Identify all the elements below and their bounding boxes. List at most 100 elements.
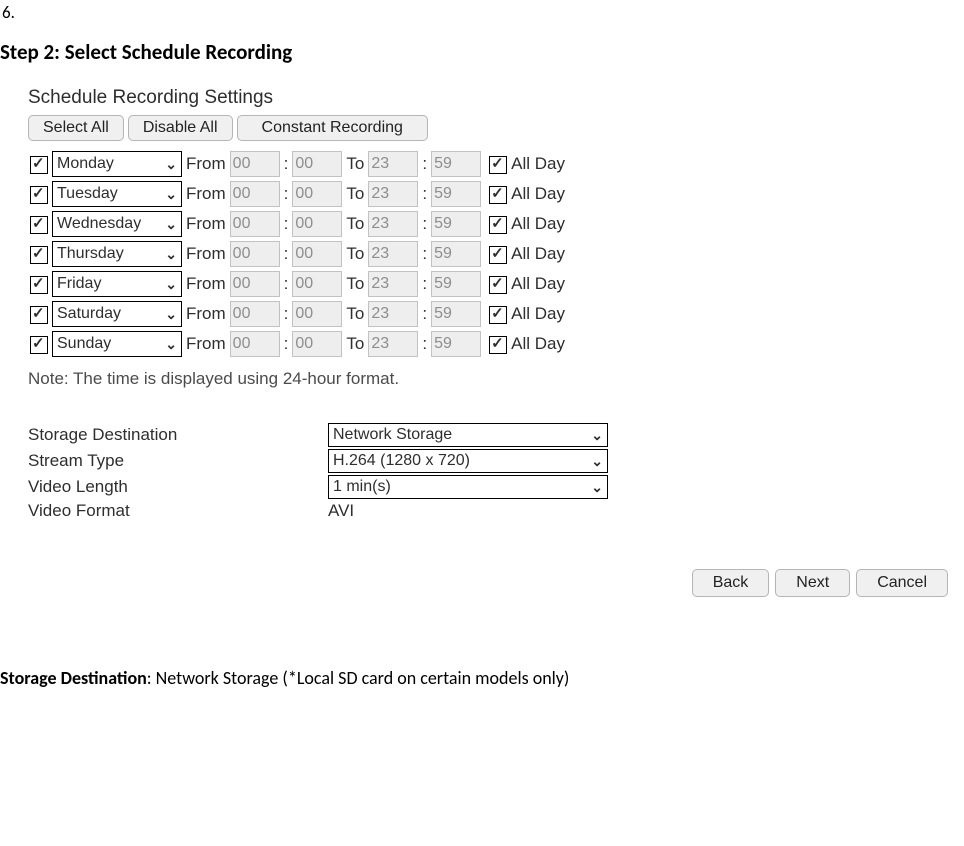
colon-label: : bbox=[282, 211, 291, 237]
from-hour-input[interactable] bbox=[230, 241, 280, 267]
day-select[interactable]: Wednesday⌄ bbox=[52, 211, 182, 237]
to-hour-input[interactable] bbox=[368, 331, 418, 357]
step-title: Step 2: Select Schedule Recording bbox=[0, 33, 964, 87]
chevron-down-icon: ⌄ bbox=[591, 427, 603, 444]
from-hour-input[interactable] bbox=[230, 301, 280, 327]
day-select[interactable]: Saturday⌄ bbox=[52, 301, 182, 327]
from-hour-input[interactable] bbox=[230, 331, 280, 357]
colon-label: : bbox=[420, 211, 429, 237]
all-day-checkbox[interactable] bbox=[489, 336, 507, 354]
from-label: From bbox=[184, 331, 228, 357]
from-minute-input[interactable] bbox=[292, 271, 342, 297]
colon-label: : bbox=[420, 151, 429, 177]
video-length-row: Video Length 1 min(s) ⌄ bbox=[28, 475, 928, 499]
colon-label: : bbox=[420, 301, 429, 327]
from-hour-input[interactable] bbox=[230, 151, 280, 177]
storage-destination-select[interactable]: Network Storage ⌄ bbox=[328, 423, 608, 447]
to-hour-input[interactable] bbox=[368, 271, 418, 297]
from-label: From bbox=[184, 181, 228, 207]
to-minute-input[interactable] bbox=[431, 301, 481, 327]
stream-type-label: Stream Type bbox=[28, 451, 328, 471]
chevron-down-icon: ⌄ bbox=[165, 186, 177, 203]
chevron-down-icon: ⌄ bbox=[165, 216, 177, 233]
video-format-row: Video Format AVI bbox=[28, 501, 928, 521]
to-label: To bbox=[344, 151, 366, 177]
to-minute-input[interactable] bbox=[431, 241, 481, 267]
all-day-label: All Day bbox=[511, 154, 565, 173]
day-select[interactable]: Friday⌄ bbox=[52, 271, 182, 297]
from-label: From bbox=[184, 271, 228, 297]
top-button-bar: Select All Disable All Constant Recordin… bbox=[28, 115, 928, 141]
enable-day-checkbox[interactable] bbox=[30, 156, 48, 174]
from-minute-input[interactable] bbox=[292, 151, 342, 177]
to-hour-input[interactable] bbox=[368, 181, 418, 207]
storage-destination-label: Storage Destination bbox=[28, 425, 328, 445]
enable-day-checkbox[interactable] bbox=[30, 186, 48, 204]
day-label: Monday bbox=[57, 155, 114, 173]
to-hour-input[interactable] bbox=[368, 301, 418, 327]
enable-day-checkbox[interactable] bbox=[30, 306, 48, 324]
day-select[interactable]: Monday ⌄ bbox=[52, 151, 182, 177]
day-select[interactable]: Thursday ⌄ bbox=[52, 241, 182, 267]
all-day-checkbox[interactable] bbox=[489, 156, 507, 174]
enable-day-checkbox[interactable] bbox=[30, 276, 48, 294]
from-hour-input[interactable] bbox=[230, 181, 280, 207]
chevron-down-icon: ⌄ bbox=[165, 156, 177, 173]
to-hour-input[interactable] bbox=[368, 211, 418, 237]
disable-all-button[interactable]: Disable All bbox=[128, 115, 233, 141]
all-day-label: All Day bbox=[511, 304, 565, 323]
enable-day-checkbox[interactable] bbox=[30, 336, 48, 354]
all-day-checkbox[interactable] bbox=[489, 186, 507, 204]
from-minute-input[interactable] bbox=[292, 241, 342, 267]
schedule-row: Saturday⌄From:To:All Day bbox=[28, 301, 567, 327]
back-button[interactable]: Back bbox=[692, 569, 770, 597]
chevron-down-icon: ⌄ bbox=[165, 336, 177, 353]
all-day-checkbox[interactable] bbox=[489, 276, 507, 294]
from-label: From bbox=[184, 151, 228, 177]
all-day-label: All Day bbox=[511, 334, 565, 353]
select-all-button[interactable]: Select All bbox=[28, 115, 124, 141]
all-day-label: All Day bbox=[511, 184, 565, 203]
to-minute-input[interactable] bbox=[431, 211, 481, 237]
to-minute-input[interactable] bbox=[431, 271, 481, 297]
schedule-row: Tuesday⌄From:To:All Day bbox=[28, 181, 567, 207]
enable-day-checkbox[interactable] bbox=[30, 216, 48, 234]
day-label: Tuesday bbox=[57, 185, 118, 203]
stream-type-value: H.264 (1280 x 720) bbox=[333, 452, 470, 470]
from-minute-input[interactable] bbox=[292, 331, 342, 357]
video-format-value: AVI bbox=[328, 501, 354, 521]
to-label: To bbox=[344, 211, 366, 237]
from-minute-input[interactable] bbox=[292, 211, 342, 237]
stream-type-select[interactable]: H.264 (1280 x 720) ⌄ bbox=[328, 449, 608, 473]
to-hour-input[interactable] bbox=[368, 151, 418, 177]
all-day-checkbox[interactable] bbox=[489, 306, 507, 324]
panel-title: Schedule Recording Settings bbox=[28, 87, 928, 109]
schedule-row: Thursday⌄From:To:All Day bbox=[28, 241, 567, 267]
from-minute-input[interactable] bbox=[292, 181, 342, 207]
to-minute-input[interactable] bbox=[431, 331, 481, 357]
from-hour-input[interactable] bbox=[230, 211, 280, 237]
constant-recording-button[interactable]: Constant Recording bbox=[237, 115, 428, 141]
schedule-row: Monday⌄From:To:All Day bbox=[28, 151, 567, 177]
day-select[interactable]: Sunday⌄ bbox=[52, 331, 182, 357]
to-minute-input[interactable] bbox=[431, 151, 481, 177]
schedule-row: Friday⌄From:To:All Day bbox=[28, 271, 567, 297]
note-text: Note: The time is displayed using 24-hou… bbox=[28, 369, 928, 389]
to-label: To bbox=[344, 331, 366, 357]
page-number: 6. bbox=[0, 0, 964, 33]
chevron-down-icon: ⌄ bbox=[165, 306, 177, 323]
day-select[interactable]: Tuesday ⌄ bbox=[52, 181, 182, 207]
all-day-checkbox[interactable] bbox=[489, 216, 507, 234]
all-day-checkbox[interactable] bbox=[489, 246, 507, 264]
next-button[interactable]: Next bbox=[775, 569, 850, 597]
to-hour-input[interactable] bbox=[368, 241, 418, 267]
day-label: Thursday bbox=[57, 245, 124, 263]
from-minute-input[interactable] bbox=[292, 301, 342, 327]
video-length-select[interactable]: 1 min(s) ⌄ bbox=[328, 475, 608, 499]
chevron-down-icon: ⌄ bbox=[165, 246, 177, 263]
cancel-button[interactable]: Cancel bbox=[856, 569, 948, 597]
from-hour-input[interactable] bbox=[230, 271, 280, 297]
chevron-down-icon: ⌄ bbox=[591, 479, 603, 496]
to-minute-input[interactable] bbox=[431, 181, 481, 207]
enable-day-checkbox[interactable] bbox=[30, 246, 48, 264]
